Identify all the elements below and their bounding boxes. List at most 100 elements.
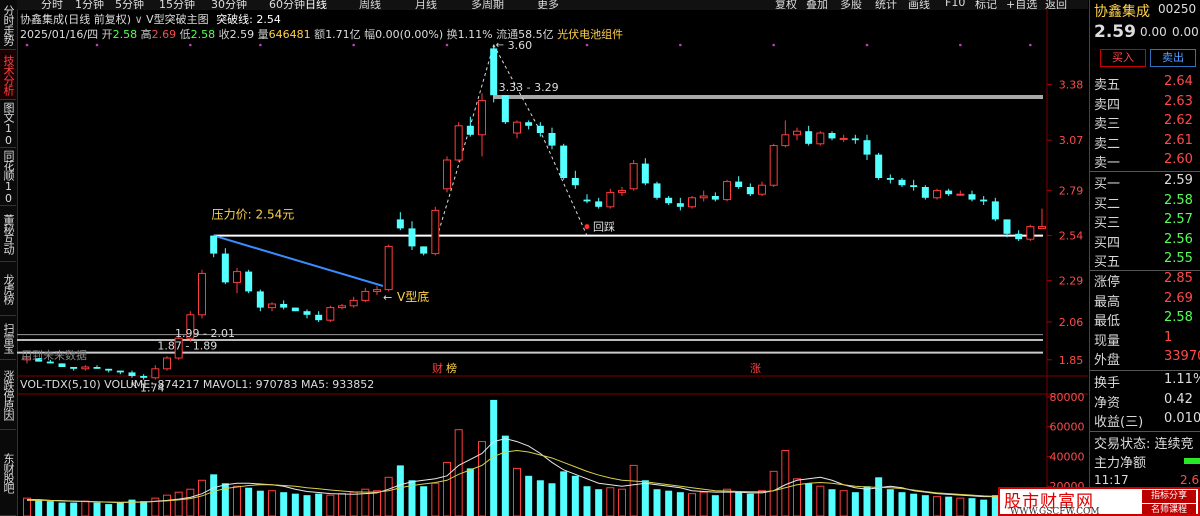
- volume-bar: [606, 487, 615, 516]
- price-tick-label: 3.38: [1059, 78, 1084, 91]
- period-tab-0[interactable]: 分时: [41, 0, 63, 9]
- left-tab-2[interactable]: 图文10: [0, 100, 16, 148]
- volume-bar: [910, 493, 918, 516]
- period-tab-2[interactable]: 5分钟: [115, 0, 144, 9]
- candle: [945, 188, 953, 196]
- volume-bar: [280, 492, 288, 516]
- volume-tick-label: 80000: [1050, 391, 1085, 404]
- candle: [805, 125, 813, 146]
- period-tab-6[interactable]: 日线: [305, 0, 327, 9]
- candle: [326, 305, 335, 322]
- watermark-tag-course: 名师课程: [1142, 504, 1196, 514]
- left-tab-5[interactable]: 龙虎榜: [0, 262, 16, 316]
- candle: [839, 134, 848, 142]
- candle: [128, 370, 136, 378]
- toolbar-button-7[interactable]: +自选: [1006, 0, 1037, 9]
- left-tab-6[interactable]: 扫雷宝: [0, 316, 16, 360]
- period-tab-10[interactable]: 更多: [537, 0, 559, 9]
- candle: [618, 187, 626, 196]
- stats2-label: 净资: [1094, 395, 1121, 411]
- volume-bar: [105, 504, 113, 516]
- candle: [863, 134, 871, 160]
- asks-row: 卖二 2.61: [1094, 133, 1200, 152]
- candle: [968, 190, 976, 202]
- volume-bar: [431, 482, 440, 516]
- candle: [338, 304, 346, 310]
- volume-bar: [245, 487, 253, 516]
- asks-row: 卖一 2.60: [1094, 152, 1200, 171]
- volume-bar: [921, 495, 929, 516]
- left-tab-1[interactable]: 技术分析: [0, 50, 16, 100]
- volume-bar: [536, 480, 544, 516]
- toolbar-button-4[interactable]: 画线: [908, 0, 930, 9]
- volume-bar: [618, 488, 626, 516]
- asks-value: 2.64: [1164, 74, 1193, 89]
- period-tab-8[interactable]: 月线: [415, 0, 437, 9]
- volume-bar: [349, 491, 358, 516]
- left-tab-7[interactable]: 涨跌停原因: [0, 360, 16, 430]
- period-tab-5[interactable]: 60分钟: [269, 0, 305, 9]
- bids-value: 2.59: [1164, 173, 1193, 188]
- volume-bar: [116, 502, 124, 516]
- toolbar-button-6[interactable]: 标记: [975, 0, 997, 9]
- buy-button[interactable]: 买入: [1100, 49, 1146, 67]
- volume-bar: [186, 488, 195, 516]
- volume-bar: [735, 492, 743, 516]
- price-tick-label: 2.29: [1059, 275, 1084, 288]
- candle: [769, 143, 778, 187]
- volume-bar: [595, 489, 603, 516]
- toolbar-button-3[interactable]: 统计: [875, 0, 897, 9]
- period-tab-4[interactable]: 30分钟: [211, 0, 247, 9]
- panel-separator: [1090, 171, 1200, 172]
- candle: [490, 44, 498, 103]
- bids-label: 买二: [1094, 196, 1121, 212]
- volume-title: VOL-TDX(5,10) VOLUME: 874217 MAVOL1: 970…: [20, 378, 374, 391]
- stock-chart-app: 分时走势 技术分析 图文10 同花顺10 董秘互动 龙虎榜 扫雷宝 涨跌停原因 东财股吧 分时 1…: [0, 0, 1200, 516]
- volume-bar: [851, 492, 859, 516]
- volume-bar: [198, 479, 206, 516]
- candle: [513, 120, 521, 139]
- bids-row: 买三 2.57: [1094, 212, 1200, 231]
- stats-label: 最低: [1094, 314, 1121, 329]
- toolbar-button-0[interactable]: 复权: [775, 0, 797, 9]
- asks-label: 卖三: [1094, 117, 1121, 132]
- volume-bar: [898, 492, 906, 516]
- stats-value: 2.58: [1164, 310, 1193, 325]
- left-tab-0[interactable]: 分时走势: [0, 0, 16, 50]
- candle: [431, 206, 440, 256]
- volume-bar: [980, 499, 988, 516]
- annotation-future: 用到未来数据: [21, 348, 87, 362]
- candle: [665, 196, 673, 205]
- price-tick-label: 2.06: [1059, 316, 1084, 329]
- volume-bar: [268, 490, 276, 516]
- volume-bar: [816, 485, 825, 516]
- stats2-label: 换手: [1094, 376, 1121, 391]
- toolbar-button-1[interactable]: 叠加: [806, 0, 828, 9]
- period-tab-7[interactable]: 周线: [359, 0, 381, 9]
- period-tab-9[interactable]: 多周期: [471, 0, 504, 9]
- candle: [595, 197, 603, 209]
- toolbar-button-8[interactable]: 返回: [1045, 0, 1067, 9]
- left-tab-bar: 分时走势 技术分析 图文10 同花顺10 董秘互动 龙虎榜 扫雷宝 涨跌停原因 东财股吧: [0, 0, 18, 516]
- asks-row: 卖三 2.62: [1094, 113, 1200, 132]
- stats2-row: 收益(三) 0.010: [1094, 411, 1200, 430]
- asks-label: 卖二: [1094, 136, 1121, 152]
- toolbar-button-2[interactable]: 多股: [840, 0, 862, 9]
- volume-bar: [571, 475, 579, 516]
- period-tab-1[interactable]: 1分钟: [75, 0, 104, 9]
- left-tab-8[interactable]: 东财股吧: [0, 430, 16, 516]
- volume-bar: [956, 497, 965, 516]
- stats-value: 339700: [1164, 349, 1200, 364]
- period-tab-3[interactable]: 15分钟: [159, 0, 195, 9]
- left-tab-3[interactable]: 同花顺10: [0, 148, 16, 206]
- toolbar-button-5[interactable]: F10: [945, 0, 965, 9]
- sell-button[interactable]: 卖出: [1150, 49, 1196, 67]
- annotation-peak: 3.60: [508, 39, 532, 52]
- left-tab-4[interactable]: 董秘互动: [0, 206, 16, 262]
- watermark-logo: 股市财富网 WWW.GSCFW.COM 指标分享 名师课程: [998, 487, 1200, 516]
- stats-row: 外盘 339700: [1094, 349, 1200, 368]
- signal-dot: [25, 43, 29, 47]
- panel-stock-code: 00250: [1158, 2, 1197, 16]
- candle: [991, 197, 999, 222]
- bids-label: 买三: [1094, 216, 1121, 231]
